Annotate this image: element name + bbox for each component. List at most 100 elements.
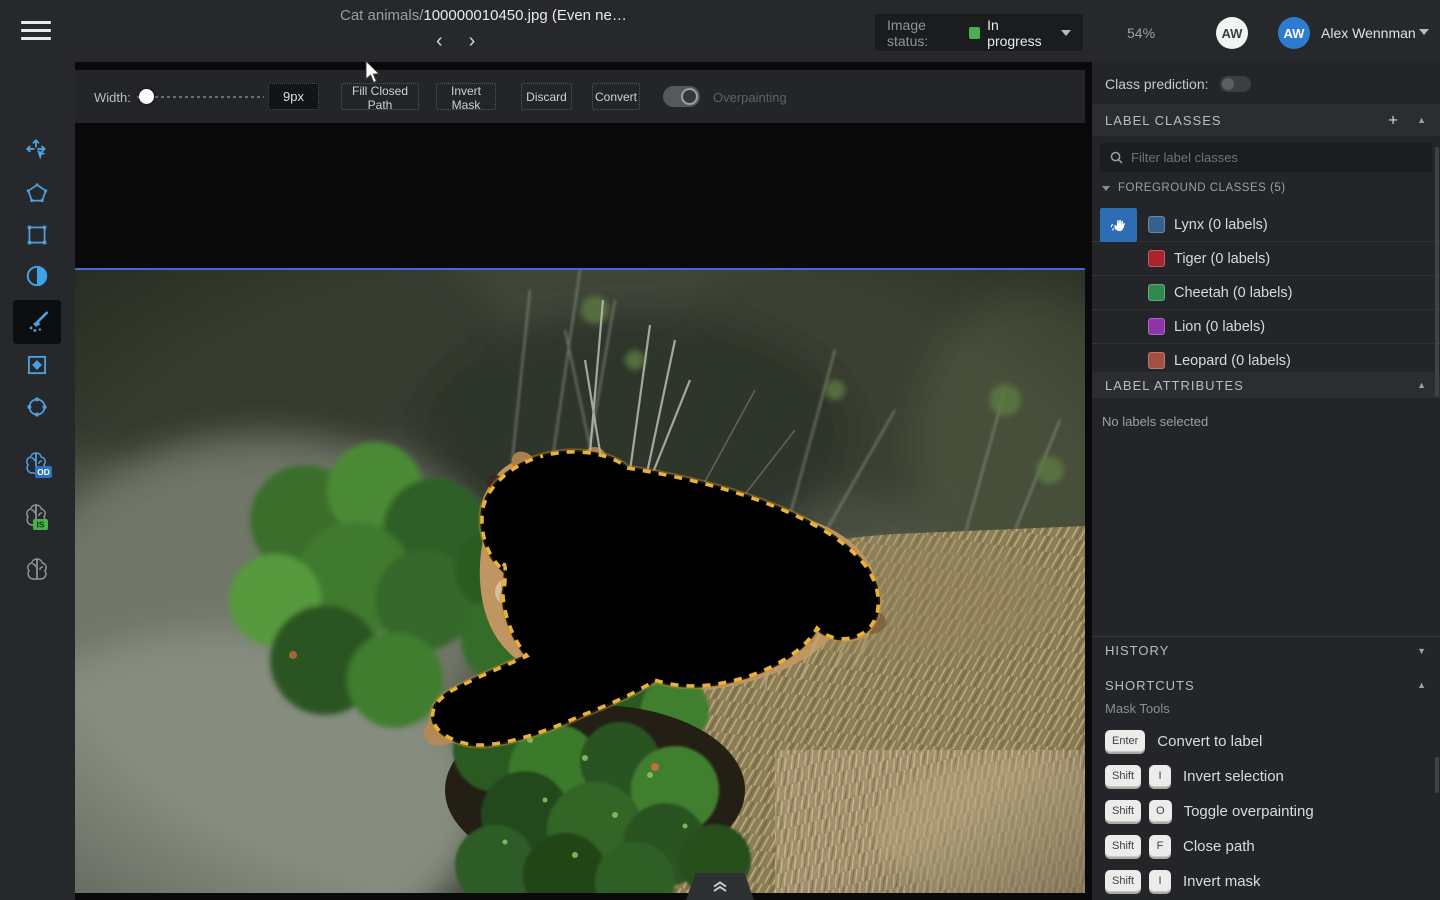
status-label: Image status: (887, 17, 962, 49)
fill-closed-path-button[interactable]: Fill Closed Path (341, 83, 419, 110)
shortcut-toggle-overpainting: Shift O Toggle overpainting (1105, 798, 1314, 824)
label-classes-header[interactable]: LABEL CLASSES + ▲ (1092, 104, 1440, 136)
ellipse-tool[interactable] (13, 385, 61, 429)
svg-text:IS: IS (36, 520, 44, 530)
shortcuts-group-title: Mask Tools (1105, 701, 1170, 716)
mask-icon (24, 352, 50, 378)
shift-key: Shift (1105, 800, 1141, 822)
bounding-box-tool[interactable] (13, 213, 61, 257)
convert-button[interactable]: Convert (592, 83, 640, 110)
search-icon (1110, 151, 1123, 164)
overpainting-label: Overpainting (713, 90, 787, 105)
collapse-up-icon[interactable]: ▲ (1417, 115, 1426, 125)
width-slider-thumb[interactable] (139, 89, 154, 104)
prev-image-icon[interactable]: ‹ (436, 30, 443, 52)
collaborator-avatar[interactable]: AW (1216, 17, 1248, 49)
image-status-dropdown[interactable]: Image status: In progress (875, 14, 1083, 51)
history-title: HISTORY (1105, 643, 1169, 658)
class-name: Tiger (0 labels) (1174, 251, 1270, 267)
hamburger-menu-icon[interactable] (21, 21, 51, 42)
active-brush-class-tile (1100, 208, 1137, 242)
bottom-drawer-handle[interactable] (686, 873, 754, 900)
right-panel: Class prediction: LABEL CLASSES + ▲ Filt… (1092, 62, 1440, 900)
shortcut-invert-mask: Shift I Invert mask (1105, 868, 1261, 894)
photo-lion-yawning (75, 270, 1085, 893)
class-color-swatch (1148, 216, 1165, 233)
class-row-cheetah[interactable]: Cheetah (0 labels) (1092, 276, 1440, 310)
shortcuts-header[interactable]: SHORTCUTS ▲ (1092, 672, 1440, 698)
status-value: In progress (987, 17, 1050, 49)
instance-segmentation-ai-tool[interactable]: IS (13, 495, 61, 539)
collapse-up-icon[interactable]: ▲ (1417, 680, 1426, 690)
polygon-tool[interactable] (13, 171, 61, 215)
painting-hand-icon (1109, 215, 1129, 235)
letter-key: I (1149, 870, 1171, 892)
top-bar: Cat animals/100000010450.jpg (Even ne… ‹… (0, 0, 1440, 62)
class-prediction-label: Class prediction: (1105, 76, 1209, 92)
enter-key: Enter (1105, 730, 1145, 752)
svg-text:OD: OD (37, 467, 50, 477)
tool-sidebar: OD IS (0, 62, 75, 900)
next-image-icon[interactable]: › (469, 30, 476, 52)
width-label: Width: (94, 90, 131, 105)
class-row-tiger[interactable]: Tiger (0 labels) (1092, 242, 1440, 276)
shift-key: Shift (1105, 765, 1141, 787)
image-viewport[interactable] (75, 268, 1085, 893)
move-tool[interactable] (13, 128, 61, 172)
shortcut-label: Convert to label (1157, 733, 1262, 750)
shortcut-label: Invert mask (1183, 873, 1261, 890)
class-name: Lynx (0 labels) (1174, 217, 1268, 233)
brain-is-icon: IS (20, 500, 54, 534)
group-caret-icon (1102, 186, 1110, 191)
no-labels-text: No labels selected (1102, 414, 1208, 429)
shortcut-label: Toggle overpainting (1184, 803, 1314, 820)
shortcut-label: Invert selection (1183, 768, 1284, 785)
ellipse-icon (24, 394, 50, 420)
shortcut-invert-selection: Shift I Invert selection (1105, 763, 1284, 789)
user-menu-chevron-icon[interactable] (1419, 29, 1429, 35)
semantic-segmentation-ai-tool[interactable] (13, 548, 61, 592)
shortcuts-title: SHORTCUTS (1105, 678, 1195, 693)
brain-od-icon: OD (20, 448, 54, 482)
shift-key: Shift (1105, 835, 1141, 857)
label-attributes-header[interactable]: LABEL ATTRIBUTES ▲ (1092, 372, 1440, 398)
user-name[interactable]: Alex Wennman (1321, 25, 1416, 41)
toggle-knob (1222, 78, 1234, 90)
add-class-icon[interactable]: + (1388, 112, 1398, 129)
zoom-level: 54% (1127, 25, 1155, 41)
width-slider-track[interactable] (137, 96, 264, 98)
mask-tool[interactable] (13, 343, 61, 387)
chevron-down-icon (1061, 30, 1071, 36)
class-row-lynx[interactable]: Lynx (0 labels) (1092, 208, 1440, 242)
class-prediction-toggle[interactable] (1220, 76, 1251, 92)
brain-icon (20, 553, 54, 587)
collapse-up-icon[interactable]: ▲ (1417, 380, 1426, 390)
shortcut-convert-to-label: Enter Convert to label (1105, 728, 1262, 754)
foreground-classes-group[interactable]: FOREGROUND CLASSES (5) (1102, 182, 1286, 194)
classes-scrollbar[interactable] (1435, 147, 1439, 397)
shortcuts-scrollbar[interactable] (1435, 757, 1439, 793)
overpainting-toggle[interactable] (663, 86, 700, 107)
object-detection-ai-tool[interactable]: OD (13, 443, 61, 487)
group-title: FOREGROUND CLASSES (5) (1118, 182, 1286, 194)
brush-tool[interactable] (13, 300, 61, 344)
annotation-app: Cat animals/100000010450.jpg (Even ne… ‹… (0, 0, 1440, 900)
bounding-box-icon (24, 222, 50, 248)
class-row-lion[interactable]: Lion (0 labels) (1092, 310, 1440, 344)
class-name: Leopard (0 labels) (1174, 353, 1291, 369)
discard-button[interactable]: Discard (521, 83, 572, 110)
status-color-square (969, 27, 980, 39)
user-avatar[interactable]: AW (1278, 17, 1310, 49)
label-attributes-title: LABEL ATTRIBUTES (1105, 378, 1244, 393)
contrast-tool[interactable] (13, 254, 61, 298)
class-color-swatch (1148, 250, 1165, 267)
filter-classes-input[interactable]: Filter label classes (1100, 143, 1432, 172)
invert-mask-button[interactable]: Invert Mask (436, 83, 496, 110)
class-color-swatch (1148, 352, 1165, 369)
tool-options-bar: Width: 9px Fill Closed Path Invert Mask … (75, 70, 1085, 123)
class-color-swatch (1148, 318, 1165, 335)
history-header[interactable]: HISTORY ▼ (1092, 636, 1440, 664)
letter-key: F (1149, 835, 1171, 857)
filter-placeholder: Filter label classes (1131, 150, 1238, 165)
expand-down-icon[interactable]: ▼ (1417, 646, 1426, 656)
